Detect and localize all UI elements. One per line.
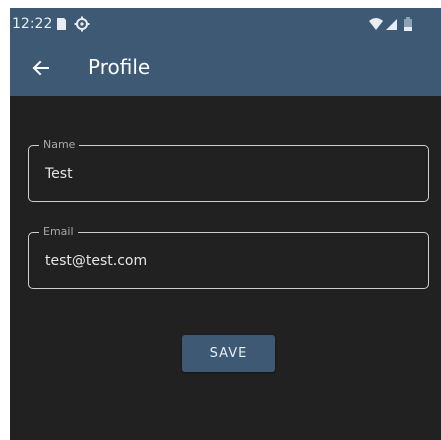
status-time: 12:22 xyxy=(12,16,53,32)
status-bar: 12:22 xyxy=(10,8,441,41)
save-button[interactable]: SAVE xyxy=(182,335,275,372)
email-field[interactable]: Email test@test.com xyxy=(28,225,429,289)
name-field[interactable]: Name Test xyxy=(28,138,429,202)
arrow-back-icon xyxy=(32,60,49,76)
email-field-label: Email xyxy=(39,225,78,239)
wifi-icon xyxy=(368,16,384,32)
app-bar: Profile xyxy=(10,41,441,96)
name-input[interactable]: Test xyxy=(45,165,405,183)
settings-icon xyxy=(74,16,90,32)
battery-icon xyxy=(402,16,414,32)
email-input[interactable]: test@test.com xyxy=(45,252,405,270)
sd-card-icon xyxy=(53,16,69,32)
page-title: Profile xyxy=(88,55,151,79)
signal-icon xyxy=(384,16,400,32)
app-screen: 12:22 Profile Name Test Email test@test.… xyxy=(10,8,441,440)
back-button[interactable] xyxy=(26,53,56,83)
name-field-label: Name xyxy=(39,138,80,152)
